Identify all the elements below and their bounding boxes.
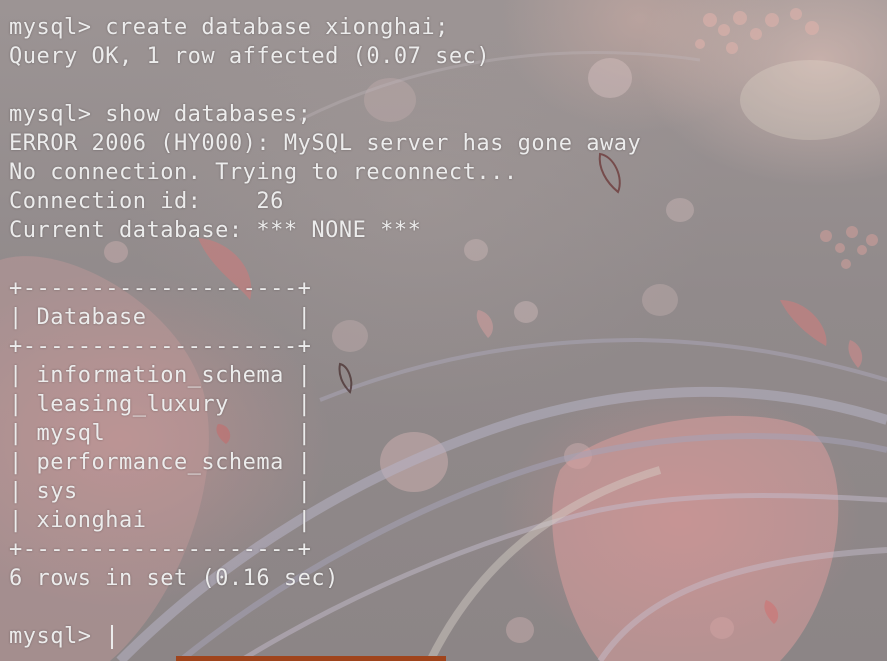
taskbar-active-indicator — [176, 656, 446, 661]
terminal-line: Query OK, 1 row affected (0.07 sec) — [9, 44, 491, 69]
terminal-output: mysql> create database xionghai; Query O… — [9, 13, 641, 651]
terminal-line: Current database: *** NONE *** — [9, 218, 422, 243]
table-border-line: +--------------------+ — [9, 334, 312, 359]
table-row: | leasing_luxury | — [9, 392, 312, 417]
mysql-prompt: mysql> — [9, 624, 106, 649]
terminal-window[interactable]: mysql> create database xionghai; Query O… — [0, 0, 887, 661]
table-row: | information_schema | — [9, 363, 312, 388]
terminal-line: mysql> show databases; — [9, 102, 312, 127]
text-cursor-icon — [111, 625, 114, 649]
terminal-line: mysql> create database xionghai; — [9, 15, 449, 40]
terminal-line: ERROR 2006 (HY000): MySQL server has gon… — [9, 131, 642, 156]
table-header-row: | Database | — [9, 305, 312, 330]
table-row: | xionghai | — [9, 508, 312, 533]
terminal-line: No connection. Trying to reconnect... — [9, 160, 518, 185]
table-row: | performance_schema | — [9, 450, 312, 475]
result-summary: 6 rows in set (0.16 sec) — [9, 566, 339, 591]
terminal-line: Connection id: 26 — [9, 189, 284, 214]
table-border-line: +--------------------+ — [9, 537, 312, 562]
command-prompt-line[interactable]: mysql> — [9, 622, 641, 651]
table-row: | sys | — [9, 479, 312, 504]
table-border-line: +--------------------+ — [9, 276, 312, 301]
table-row: | mysql | — [9, 421, 312, 446]
